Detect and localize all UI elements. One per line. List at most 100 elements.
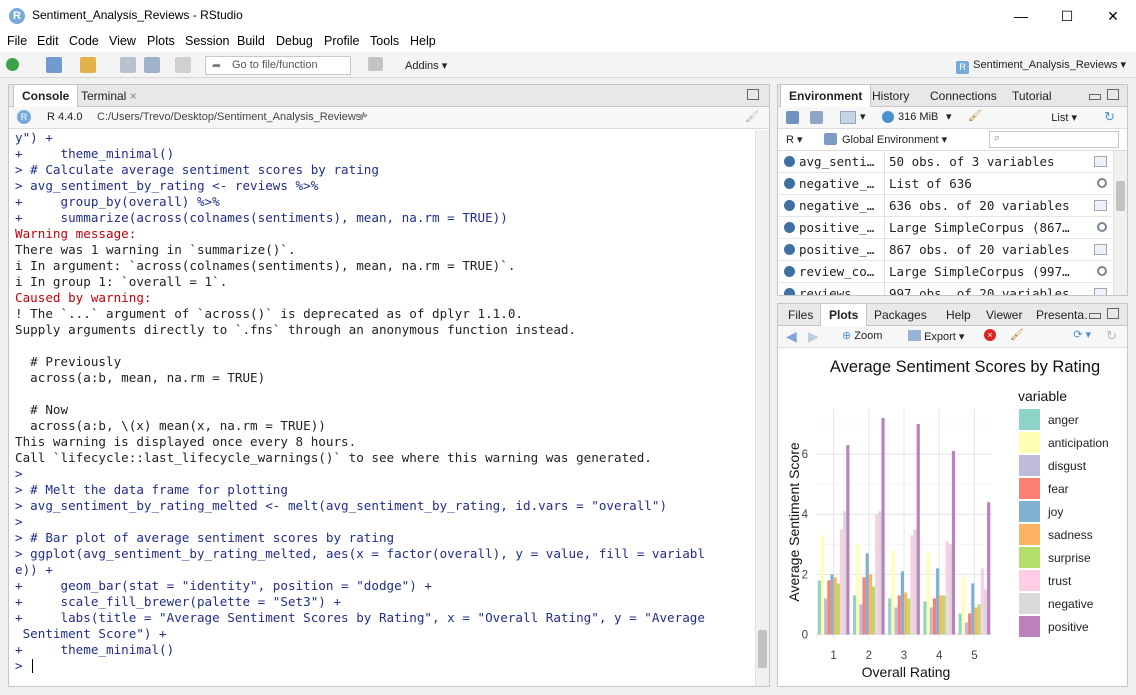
tab-help[interactable]: Help xyxy=(938,304,979,326)
bar-joy-2 xyxy=(865,553,869,635)
tab-history[interactable]: History xyxy=(864,85,917,107)
table-icon[interactable] xyxy=(1094,200,1107,211)
view-mode-select[interactable]: List ▾ xyxy=(1051,111,1077,124)
console-output[interactable]: y") + + theme_minimal() > # Calculate aver… xyxy=(9,130,755,686)
maximize-button[interactable]: ☐ xyxy=(1044,0,1090,32)
tab-terminal[interactable]: Terminal × xyxy=(73,85,145,107)
menu-edit[interactable]: Edit xyxy=(37,34,59,48)
menu-plots[interactable]: Plots xyxy=(147,34,175,48)
open-file-icon[interactable] xyxy=(80,57,96,73)
close-tab-icon[interactable]: × xyxy=(130,89,137,103)
remove-plot-icon[interactable]: × xyxy=(984,329,996,341)
expand-arrow-icon[interactable] xyxy=(784,244,795,255)
tab-packages[interactable]: Packages xyxy=(866,304,935,326)
env-row[interactable]: positive_… Large SimpleCorpus (867… xyxy=(778,217,1113,239)
save-workspace-icon[interactable] xyxy=(810,111,823,124)
env-row[interactable]: review_co… Large SimpleCorpus (997… xyxy=(778,261,1113,283)
menu-session[interactable]: Session xyxy=(185,34,229,48)
new-file-icon[interactable] xyxy=(6,58,19,71)
expand-arrow-icon[interactable] xyxy=(784,156,795,167)
addins-menu[interactable]: Addins ▾ xyxy=(405,59,447,72)
menu-code[interactable]: Code xyxy=(69,34,99,48)
console-scrollbar[interactable] xyxy=(755,130,769,686)
print-icon[interactable] xyxy=(175,57,191,73)
tab-environment[interactable]: Environment xyxy=(780,85,872,108)
grid-layout-icon[interactable] xyxy=(368,57,383,71)
minimize-button[interactable]: — xyxy=(998,0,1044,32)
menu-file[interactable]: File xyxy=(7,34,27,48)
menu-debug[interactable]: Debug xyxy=(276,34,313,48)
goto-dir-icon[interactable]: ➦ xyxy=(359,109,368,122)
env-row[interactable]: positive_… 867 obs. of 20 variables xyxy=(778,239,1113,261)
menu-help[interactable]: Help xyxy=(410,34,436,48)
expand-arrow-icon[interactable] xyxy=(784,222,795,233)
publish-icon[interactable]: ⟳ ▾ xyxy=(1073,328,1091,341)
tab-connections[interactable]: Connections xyxy=(922,85,1005,107)
env-search-input[interactable]: ⌕ xyxy=(989,131,1119,148)
tab-console[interactable]: Console xyxy=(13,85,79,108)
menu-build[interactable]: Build xyxy=(237,34,265,48)
menu-profile[interactable]: Profile xyxy=(324,34,359,48)
forward-arrow-icon[interactable]: ▶ xyxy=(808,328,819,345)
refresh-icon[interactable]: ↻ xyxy=(1104,109,1115,125)
scope-select[interactable]: Global Environment ▾ xyxy=(842,133,947,146)
zoom-button[interactable]: ⊕ Zoom xyxy=(842,329,882,342)
save-all-icon[interactable] xyxy=(144,57,160,73)
menu-view[interactable]: View xyxy=(109,34,136,48)
magnifier-icon[interactable] xyxy=(1097,222,1107,232)
export-button[interactable]: Export ▾ xyxy=(908,330,964,343)
maximize-pane-icon[interactable] xyxy=(747,89,759,100)
import-dataset-icon[interactable] xyxy=(840,111,856,124)
bar-fear-2 xyxy=(862,577,866,635)
working-directory[interactable]: C:/Users/Trevo/Desktop/Sentiment_Analysi… xyxy=(97,111,364,123)
minimize-pane-icon[interactable] xyxy=(1089,94,1101,100)
minimize-pane-icon[interactable] xyxy=(1089,313,1101,319)
broom-icon[interactable]: 🖌 xyxy=(968,109,982,122)
env-row[interactable]: negative_… 636 obs. of 20 variables xyxy=(778,195,1113,217)
menu-tools[interactable]: Tools xyxy=(370,34,399,48)
env-scroll-thumb[interactable] xyxy=(1116,181,1125,211)
bar-trust-1 xyxy=(839,529,844,635)
expand-arrow-icon[interactable] xyxy=(784,178,795,189)
memory-usage[interactable]: 316 MiB xyxy=(898,111,938,123)
load-workspace-icon[interactable] xyxy=(786,111,799,124)
clear-plots-broom-icon[interactable]: 🖌 xyxy=(1010,328,1024,341)
table-icon[interactable] xyxy=(1094,244,1107,255)
env-row[interactable]: reviews 997 obs. of 20 variables xyxy=(778,283,1113,295)
save-icon[interactable] xyxy=(120,57,136,73)
env-scrollbar[interactable] xyxy=(1113,151,1127,295)
env-row[interactable]: avg_senti… 50 obs. of 3 variables xyxy=(778,151,1113,173)
maximize-pane-icon[interactable] xyxy=(1107,89,1119,100)
tab-tutorial[interactable]: Tutorial xyxy=(1004,85,1060,107)
tab-files[interactable]: Files xyxy=(780,304,821,326)
expand-arrow-icon[interactable] xyxy=(784,200,795,211)
language-label: R xyxy=(786,134,794,146)
close-button[interactable]: ✕ xyxy=(1090,0,1136,32)
tab-plots[interactable]: Plots xyxy=(820,304,868,327)
expand-arrow-icon[interactable] xyxy=(784,288,795,295)
table-icon[interactable] xyxy=(1094,156,1107,167)
bar-sadness-2 xyxy=(868,574,872,635)
refresh-plots-icon[interactable]: ↻ xyxy=(1106,328,1117,344)
tab-viewer[interactable]: Viewer xyxy=(978,304,1030,326)
legend-key-disgust xyxy=(1019,455,1040,476)
project-menu[interactable]: R Sentiment_Analysis_Reviews ▾ xyxy=(956,58,1126,74)
table-icon[interactable] xyxy=(1094,288,1107,295)
goto-file-input[interactable]: ➦ Go to file/function xyxy=(205,56,351,75)
console-scroll-thumb[interactable] xyxy=(758,630,767,668)
back-arrow-icon[interactable]: ◀ xyxy=(786,328,797,345)
magnifier-icon[interactable] xyxy=(1097,266,1107,276)
expand-arrow-icon[interactable] xyxy=(784,266,795,277)
console-pane: Console Terminal × R R 4.4.0 C:/Users/Tr… xyxy=(8,84,770,687)
magnifier-icon[interactable] xyxy=(1097,178,1107,188)
memory-dropdown-icon[interactable]: ▾ xyxy=(946,110,952,123)
maximize-pane-icon[interactable] xyxy=(1107,308,1119,319)
language-select[interactable]: R ▾ xyxy=(786,133,803,146)
env-toolbar: ▾ 316 MiB ▾ 🖌 List ▾ ↻ xyxy=(778,107,1127,129)
clear-console-icon[interactable]: 🖌 xyxy=(745,110,759,123)
console-cursor xyxy=(32,659,33,673)
new-project-icon[interactable] xyxy=(46,57,62,73)
import-dropdown-icon[interactable]: ▾ xyxy=(860,110,866,123)
env-row[interactable]: negative_… List of 636 xyxy=(778,173,1113,195)
legend-label-trust: trust xyxy=(1048,574,1072,588)
